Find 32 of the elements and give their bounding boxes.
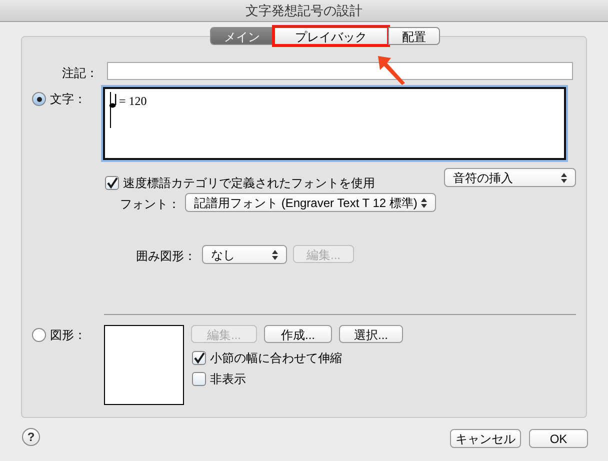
- popup-button[interactable]: 音符の挿入: [444, 168, 576, 187]
- stepper-icon: [421, 198, 427, 208]
- popup-value: 記譜用フォント (Engraver Text T 12 標準): [194, 194, 418, 212]
- tab[interactable]: 配置: [388, 27, 440, 45]
- shape-button[interactable]: 作成...: [264, 325, 332, 343]
- stepper-icon: [561, 172, 567, 182]
- checkbox-label: 速度標語カテゴリで定義されたフォントを使用: [123, 175, 375, 192]
- text-area[interactable]: = 120: [103, 87, 566, 160]
- checkbox[interactable]: [105, 176, 119, 190]
- radio-label: 文字：: [50, 91, 86, 108]
- popup-value: 音符の挿入: [453, 170, 513, 186]
- checkbox-label: 非表示: [210, 371, 246, 388]
- window-title: 文字発想記号の設計: [246, 2, 362, 20]
- field-label: 囲み図形：: [135, 248, 196, 265]
- popup-button[interactable]: 記譜用フォント (Engraver Text T 12 標準): [185, 193, 436, 212]
- checkbox[interactable]: [192, 372, 206, 386]
- popup-button[interactable]: なし: [202, 245, 287, 264]
- dialog-button[interactable]: OK: [529, 429, 588, 448]
- tab[interactable]: メイン: [210, 27, 274, 45]
- annotation-field[interactable]: [107, 62, 573, 80]
- text-value: = 120: [119, 93, 147, 110]
- help-button[interactable]: ?: [22, 428, 40, 446]
- checkbox[interactable]: [192, 351, 206, 365]
- shape-button[interactable]: 選択...: [339, 325, 403, 343]
- popup-value: なし: [211, 246, 235, 264]
- radio-label: 図形：: [50, 327, 86, 344]
- stepper-icon: [272, 250, 278, 260]
- arrow-icon: [377, 55, 407, 85]
- field-label: フォント：: [119, 196, 180, 213]
- checkbox-label: 小節の幅に合わせて伸縮: [210, 350, 342, 367]
- dialog-button[interactable]: キャンセル: [450, 429, 521, 448]
- field-label: 注記：: [61, 65, 98, 82]
